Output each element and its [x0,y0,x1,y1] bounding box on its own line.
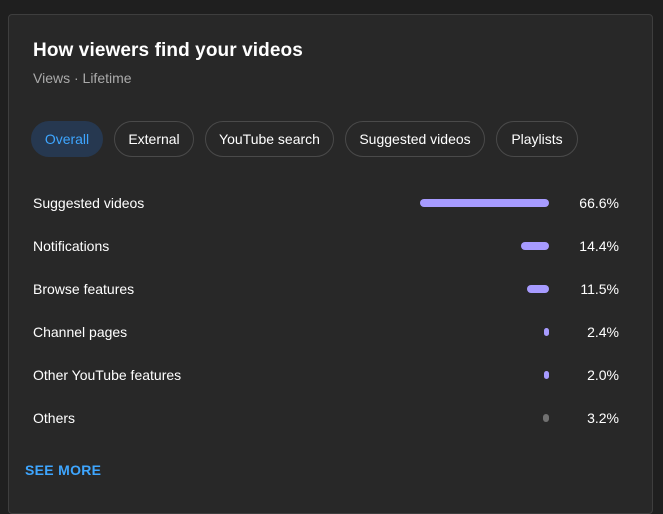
traffic-row-channel-pages: Channel pages 2.4% [33,322,633,342]
row-label: Others [33,410,76,426]
tab-suggested-videos[interactable]: Suggested videos [345,121,485,157]
traffic-sources-card: How viewers find your videos Views · Lif… [8,14,653,514]
row-bar [543,414,549,422]
row-bar [544,328,549,336]
row-bar [521,242,549,250]
row-bar [544,371,549,379]
tab-youtube-search[interactable]: YouTube search [205,121,334,157]
traffic-row-other-youtube-features: Other YouTube features 2.0% [33,365,633,385]
tab-overall[interactable]: Overall [31,121,103,157]
traffic-row-others: Others 3.2% [33,408,633,428]
row-value: 2.4% [587,324,619,340]
row-value: 14.4% [579,238,619,254]
traffic-row-notifications: Notifications 14.4% [33,236,633,256]
row-bar [420,199,549,207]
card-subtitle: Views · Lifetime [33,70,132,86]
row-label: Suggested videos [33,195,145,211]
row-value: 11.5% [580,281,619,297]
row-value: 2.0% [587,367,619,383]
row-label: Browse features [33,281,135,297]
row-value: 66.6% [579,195,619,211]
tab-playlists[interactable]: Playlists [496,121,578,157]
traffic-row-browse-features: Browse features 11.5% [33,279,633,299]
row-value: 3.2% [587,410,619,426]
see-more-link[interactable]: SEE MORE [25,462,101,478]
row-bar [527,285,549,293]
row-label: Notifications [33,238,110,254]
row-label: Other YouTube features [33,367,182,383]
card-title: How viewers find your videos [33,40,303,61]
tab-external[interactable]: External [114,121,194,157]
row-label: Channel pages [33,324,128,340]
traffic-row-suggested-videos: Suggested videos 66.6% [33,193,633,213]
